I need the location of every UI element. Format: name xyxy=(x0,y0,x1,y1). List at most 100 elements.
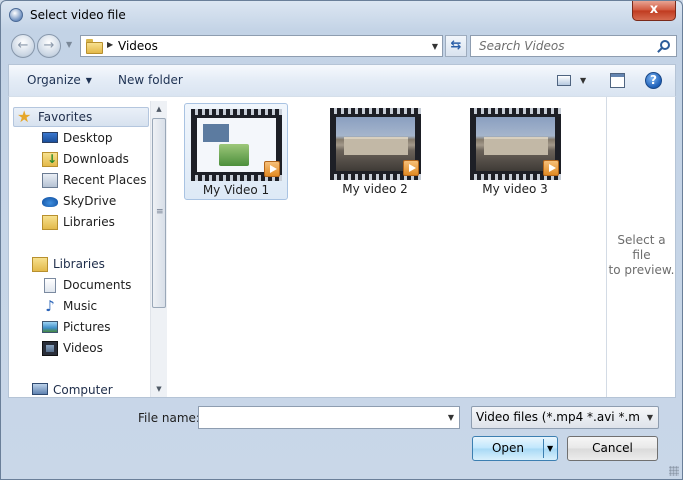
back-button[interactable]: ← xyxy=(11,34,35,58)
downloads-icon xyxy=(42,152,58,167)
search-input[interactable] xyxy=(471,36,651,56)
search-icon[interactable] xyxy=(660,40,670,50)
nav-item-label: Pictures xyxy=(63,320,111,334)
address-dropdown[interactable]: ▼ xyxy=(432,42,438,51)
desktop-icon xyxy=(42,132,58,143)
dialog-title: Select video file xyxy=(30,8,126,22)
nav-item-videos[interactable]: Videos xyxy=(39,339,149,359)
nav-item-skydrive[interactable]: SkyDrive xyxy=(39,192,149,212)
new-folder-button[interactable]: New folder xyxy=(118,73,183,87)
chevron-down-icon[interactable]: ▼ xyxy=(448,413,454,422)
address-bar[interactable]: ▶ Videos ▼ xyxy=(80,35,443,57)
open-button-label: Open xyxy=(491,441,525,455)
open-button[interactable]: Open ▼ xyxy=(472,436,558,461)
nav-favorites[interactable]: ★ Favorites xyxy=(13,107,149,127)
video-library-icon xyxy=(42,341,58,356)
nav-item-label: Videos xyxy=(63,341,103,355)
nav-item-downloads[interactable]: Downloads xyxy=(39,150,149,170)
nav-item-label: Music xyxy=(63,299,98,313)
nav-item-libraries-fav[interactable]: Libraries xyxy=(39,213,149,233)
file-type-selected: Video files (*.mp4 *.avi *.mpeg xyxy=(476,410,640,424)
computer-icon xyxy=(32,383,48,395)
dialog-app-icon xyxy=(9,8,23,22)
star-icon: ★ xyxy=(17,107,32,126)
nav-libraries[interactable]: Libraries xyxy=(29,255,149,275)
nav-item-recent-places[interactable]: Recent Places xyxy=(39,171,149,191)
address-row: ← → ▼ ▶ Videos ▼ ⇆ xyxy=(7,32,677,60)
libraries-icon xyxy=(42,215,58,230)
nav-item-desktop[interactable]: Desktop xyxy=(39,129,149,149)
preview-message: Select a file to preview. xyxy=(607,233,676,278)
organize-button[interactable]: Organize ▼ xyxy=(27,73,92,87)
split-divider xyxy=(543,439,544,458)
nav-item-music[interactable]: ♪ Music xyxy=(39,297,149,317)
recent-locations-dropdown[interactable]: ▼ xyxy=(66,40,72,49)
command-toolbar: Organize ▼ New folder ▼ ? xyxy=(8,64,676,96)
scroll-down-button[interactable]: ▼ xyxy=(151,381,167,397)
film-strip-edge xyxy=(470,108,561,114)
preview-pane-toggle-icon[interactable] xyxy=(610,73,625,88)
forward-button[interactable]: → xyxy=(37,34,61,58)
file-type-select[interactable]: Video files (*.mp4 *.avi *.mpeg ▼ xyxy=(471,406,659,429)
nav-item-documents[interactable]: Documents xyxy=(39,276,149,296)
view-options-dropdown[interactable]: ▼ xyxy=(580,76,586,85)
nav-item-label: Recent Places xyxy=(63,173,147,187)
preview-message-line: Select a file xyxy=(617,233,666,262)
preview-pane: Select a file to preview. xyxy=(606,97,675,397)
open-options-dropdown[interactable]: ▼ xyxy=(547,444,553,453)
film-strip-edge xyxy=(191,109,282,115)
file-list: My Video 1 My video 2 My video 3 xyxy=(170,97,606,397)
nav-item-label: Libraries xyxy=(63,215,115,229)
chevron-down-icon: ▼ xyxy=(646,413,653,422)
content-area: ★ Favorites Desktop Downloads Recent Pla… xyxy=(8,96,676,398)
search-box[interactable] xyxy=(470,35,677,57)
nav-computer-label: Computer xyxy=(53,383,113,397)
nav-scrollbar[interactable]: ▲ ▼ xyxy=(150,101,167,397)
file-name-label: File name: xyxy=(138,411,200,425)
refresh-button[interactable]: ⇆ xyxy=(445,35,467,57)
play-icon xyxy=(403,160,419,176)
file-name-label: My video 3 xyxy=(482,182,548,196)
pictures-icon xyxy=(42,321,58,333)
nav-item-pictures[interactable]: Pictures xyxy=(39,318,149,338)
breadcrumb-videos[interactable]: Videos xyxy=(118,39,158,53)
refresh-icon: ⇆ xyxy=(450,38,462,53)
preview-message-line: to preview. xyxy=(608,263,675,277)
play-icon xyxy=(543,160,559,176)
file-item-my-video-1[interactable]: My Video 1 xyxy=(184,103,288,200)
film-strip-edge xyxy=(330,108,421,114)
chevron-down-icon: ▼ xyxy=(85,76,92,85)
play-icon xyxy=(264,161,280,177)
skydrive-cloud-icon xyxy=(42,197,58,207)
change-view-icon[interactable] xyxy=(557,75,571,86)
back-arrow-icon: ← xyxy=(17,38,29,53)
nav-item-label: Desktop xyxy=(63,131,113,145)
resize-grip[interactable] xyxy=(669,466,679,476)
nav-item-label: Documents xyxy=(63,278,132,292)
forward-arrow-icon: → xyxy=(43,38,55,53)
nav-computer[interactable]: Computer xyxy=(29,381,149,397)
nav-favorites-label: Favorites xyxy=(38,110,93,124)
breadcrumb-separator-icon[interactable]: ▶ xyxy=(107,40,113,49)
recent-places-icon xyxy=(42,173,58,188)
scroll-up-button[interactable]: ▲ xyxy=(151,101,167,117)
cancel-button[interactable]: Cancel xyxy=(567,436,658,461)
nav-item-label: SkyDrive xyxy=(63,194,117,208)
organize-label: Organize xyxy=(27,73,81,87)
file-name-label: My video 2 xyxy=(342,182,408,196)
file-item-my-video-3[interactable]: My video 3 xyxy=(464,103,568,200)
folder-icon xyxy=(86,39,103,54)
music-note-icon: ♪ xyxy=(45,297,55,315)
file-name-label: My Video 1 xyxy=(202,183,270,197)
file-open-dialog: Select video file x ← → ▼ ▶ Videos ▼ ⇆ O… xyxy=(0,0,683,480)
help-icon[interactable]: ? xyxy=(645,72,662,89)
file-name-combobox[interactable]: ▼ xyxy=(198,406,460,429)
file-name-input[interactable] xyxy=(199,407,441,428)
nav-item-label: Downloads xyxy=(63,152,129,166)
nav-libraries-label: Libraries xyxy=(53,257,105,271)
title-bar[interactable]: Select video file x xyxy=(1,1,682,29)
file-item-my-video-2[interactable]: My video 2 xyxy=(324,103,428,200)
scroll-thumb[interactable] xyxy=(152,118,166,308)
documents-icon xyxy=(44,278,56,293)
close-button[interactable]: x xyxy=(632,1,676,21)
